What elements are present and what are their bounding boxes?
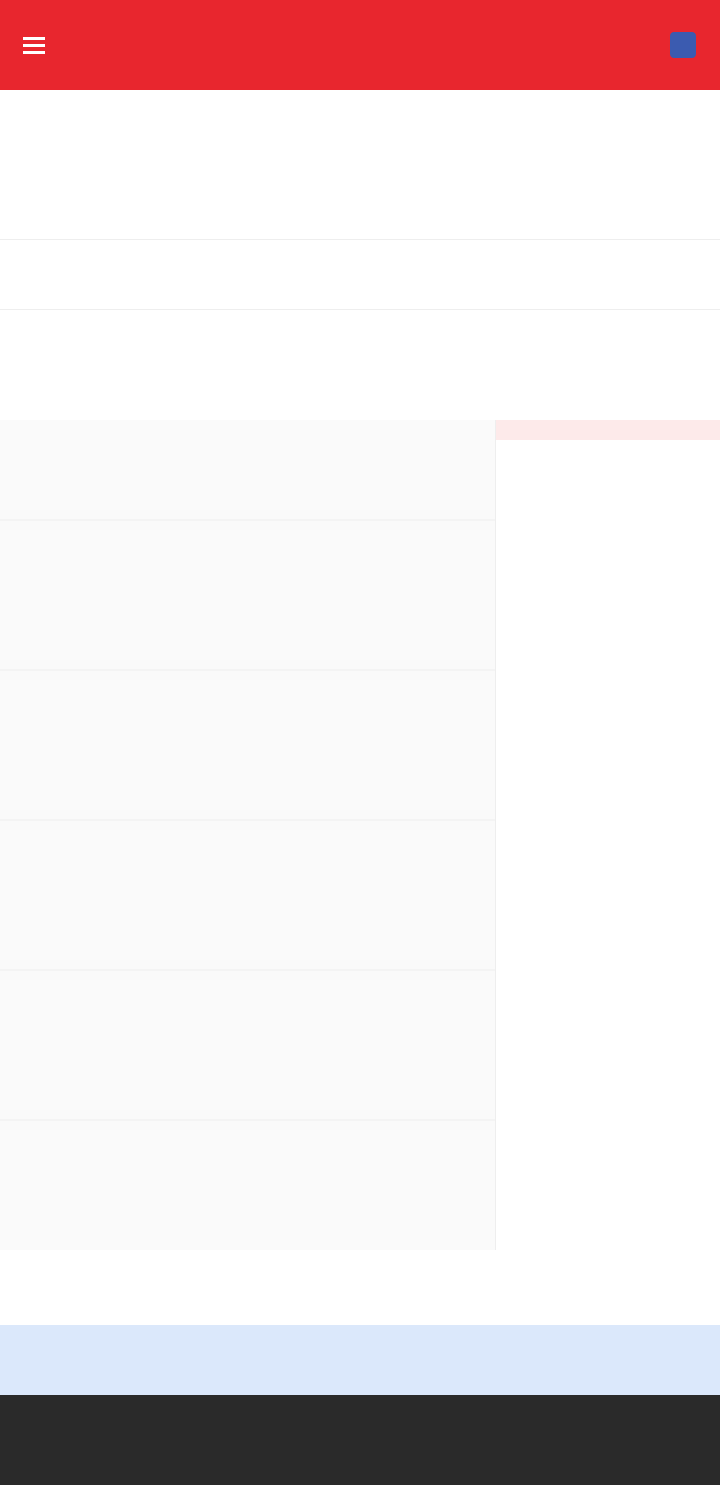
trade-ticks (495, 1000, 720, 1250)
quote-summary (0, 90, 720, 240)
chart-canvas (0, 519, 495, 1121)
app-root (0, 0, 720, 1485)
title-block (48, 43, 666, 47)
summary-stats-col (360, 90, 720, 239)
chart-grid (0, 519, 495, 1121)
chart-legend (0, 370, 500, 420)
bottom-nav (0, 1395, 720, 1485)
menu-icon[interactable] (20, 31, 48, 59)
top-bar (0, 0, 720, 90)
summary-price-col (0, 90, 360, 239)
promo-banner[interactable] (0, 1325, 720, 1395)
tab-bar (0, 240, 720, 310)
order-book-separator (496, 420, 720, 440)
action-button-bar (0, 1250, 720, 1325)
search-icon[interactable] (666, 28, 700, 62)
price-chart[interactable] (0, 420, 495, 1250)
period-selector (0, 310, 720, 370)
